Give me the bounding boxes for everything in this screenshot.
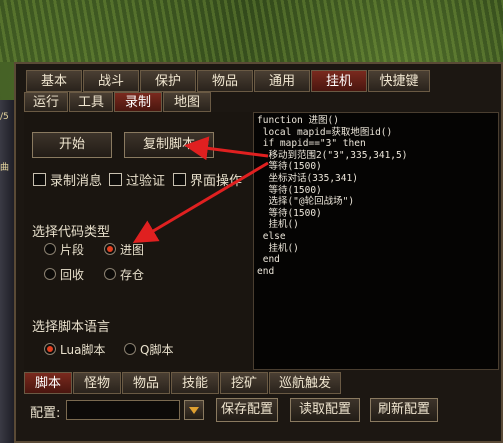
radio-store[interactable]: 存仓	[104, 266, 144, 282]
tab-items-bottom[interactable]: 物品	[122, 372, 170, 394]
tab-general[interactable]: 通用	[254, 70, 310, 92]
radio-dot[interactable]	[104, 268, 116, 280]
left-edge-text: /5	[0, 112, 9, 122]
checkbox-label: 录制消息	[50, 173, 103, 189]
tab-basic[interactable]: 基本	[26, 70, 82, 92]
radio-label: 存仓	[120, 267, 145, 282]
bottom-tab-bar: 脚本 怪物 物品 技能 挖矿 巡航触发	[24, 372, 342, 394]
tab-hotkeys[interactable]: 快捷键	[368, 70, 430, 92]
load-config-button[interactable]: 读取配置	[290, 398, 360, 422]
radio-dot[interactable]	[44, 268, 56, 280]
tab-monsters[interactable]: 怪物	[73, 372, 121, 394]
radio-enter-map[interactable]: 进图	[104, 241, 144, 257]
tab-skills[interactable]: 技能	[171, 372, 219, 394]
checkbox-box[interactable]	[33, 172, 46, 186]
tab-mining[interactable]: 挖矿	[220, 372, 268, 394]
record-messages-checkbox[interactable]: 录制消息	[33, 171, 103, 189]
radio-label: 片段	[60, 242, 85, 257]
radio-fragment[interactable]: 片段	[44, 241, 84, 257]
radio-dot[interactable]	[104, 243, 116, 255]
tab-combat[interactable]: 战斗	[83, 70, 139, 92]
radio-label: 回收	[60, 267, 85, 282]
tab-script[interactable]: 脚本	[24, 372, 72, 394]
tab-afk[interactable]: 挂机	[311, 70, 367, 92]
code-text[interactable]: function 进图() local mapid=获取地图id() if ma…	[254, 113, 498, 279]
tab-cruise-trigger[interactable]: 巡航触发	[269, 372, 341, 394]
tab-protect[interactable]: 保护	[140, 70, 196, 92]
radio-recycle[interactable]: 回收	[44, 266, 84, 282]
ui-operation-checkbox[interactable]: 界面操作	[173, 171, 243, 189]
game-scenery	[0, 0, 503, 62]
config-input[interactable]	[66, 400, 180, 420]
radio-lua-script[interactable]: Lua脚本	[44, 341, 105, 357]
checkbox-box[interactable]	[109, 172, 122, 186]
config-label: 配置:	[30, 406, 61, 421]
refresh-config-button[interactable]: 刷新配置	[370, 398, 438, 422]
subtab-record[interactable]: 录制	[114, 92, 162, 112]
subtab-tools[interactable]: 工具	[69, 92, 113, 112]
checkbox-label: 界面操作	[190, 173, 243, 189]
chevron-down-icon[interactable]	[184, 400, 204, 420]
top-tab-bar: 基本 战斗 保护 物品 通用 挂机 快捷键	[26, 70, 431, 92]
bypass-verify-checkbox[interactable]: 过验证	[109, 171, 166, 189]
start-button[interactable]: 开始	[32, 132, 112, 158]
subtab-run[interactable]: 运行	[24, 92, 68, 112]
tab-items[interactable]: 物品	[197, 70, 253, 92]
radio-label: 进图	[120, 242, 145, 257]
left-edge-text: 曲	[0, 163, 10, 173]
radio-dot[interactable]	[124, 343, 136, 355]
radio-dot[interactable]	[44, 243, 56, 255]
sub-tab-bar: 运行 工具 录制 地图	[24, 92, 212, 112]
radio-q-script[interactable]: Q脚本	[124, 341, 173, 357]
subtab-map[interactable]: 地图	[163, 92, 211, 112]
checkbox-box[interactable]	[173, 172, 186, 186]
copy-script-button[interactable]: 复制脚本	[124, 132, 214, 158]
code-textarea[interactable]: function 进图() local mapid=获取地图id() if ma…	[253, 112, 499, 370]
radio-label: Q脚本	[140, 342, 174, 357]
checkbox-label: 过验证	[126, 173, 166, 189]
code-type-title: 选择代码类型	[32, 225, 111, 240]
script-lang-title: 选择脚本语言	[32, 320, 111, 335]
save-config-button[interactable]: 保存配置	[216, 398, 278, 422]
radio-label: Lua脚本	[60, 342, 106, 357]
radio-dot[interactable]	[44, 343, 56, 355]
